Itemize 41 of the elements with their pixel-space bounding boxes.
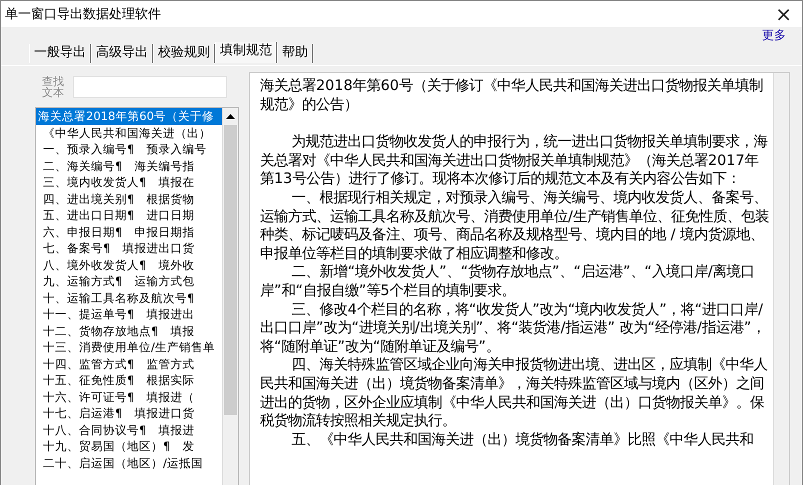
list-item[interactable]: 六、申报日期¶ 申报日期指 xyxy=(36,224,222,240)
list-item[interactable]: 一、预录入编号¶ 预录入编号 xyxy=(36,141,222,158)
tab[interactable]: 高级导出 xyxy=(91,44,153,63)
scrollbar[interactable] xyxy=(222,108,238,485)
paragraph: 一、根据现行相关规定，对预录入编号、海关编号、境内收发货人、备案号、运输方式、运输工具名称及航次号、消费使用单位/生产销售单位、征免性质、包装种类、标记唛码及备注、项号、商品名称及规格型号、境内目的地 / 境内货源地、申报单位等栏目的填制要求做了相应调整和修改。 xyxy=(260,188,769,264)
list-item[interactable]: 三、境内收发货人¶ 填报在 xyxy=(36,174,222,190)
scrollbar-thumb[interactable] xyxy=(224,125,237,415)
list-item[interactable]: 十五、征免性质¶ 根据实际 xyxy=(36,372,222,388)
tab[interactable]: 帮助 xyxy=(277,44,313,63)
list-item[interactable]: 十八、合同协议号¶ 填报进 xyxy=(36,422,222,438)
more-link[interactable]: 更多 xyxy=(762,27,786,44)
close-button[interactable]: × xyxy=(765,4,802,24)
list-item[interactable]: 五、进出口日期¶ 进口日期 xyxy=(36,207,222,224)
list-item[interactable]: 十九、贸易国（地区）¶ 发 xyxy=(36,438,222,454)
list-item[interactable]: 七、备案号¶ 填报进出口货 xyxy=(36,240,222,256)
list-item[interactable]: 二、海关编号¶ 海关编号指 xyxy=(36,158,222,174)
list-item[interactable]: 十、运输工具名称及航次号¶ xyxy=(36,290,222,306)
list-item[interactable]: 十四、监管方式¶ 监管方式 xyxy=(36,356,222,372)
paragraph: 四、海关特殊监管区域企业向海关申报货物进出境、进出区，应填制《中华人民共和国海关进（出）境货物备案清单》，海关特殊监管区域与境内（区外）之间进出的货物，区外企业应填制《中华人民共和国海关进（出）口货物报关单》。保税货物流转按照相关规定执行。 xyxy=(260,356,769,431)
tab[interactable]: 一般导出 xyxy=(29,44,91,63)
paragraph: 三、修改4个栏目的名称，将“收发货人”改为“境内收发货人”，将“进口口岸/出口口岸”改为“进境关别/出境关别”、将“装货港/指运港” 改为“经停港/指运港”，将“随附单证”改为“随附单证及编号”。 xyxy=(260,300,766,356)
search-label: 查找文本 xyxy=(41,76,65,98)
paragraph: 五、《中华人民共和国海关进（出）境货物备案清单》比照《中华人民共和 xyxy=(290,430,755,450)
list-item[interactable]: 四、进出境关别¶ 根据货物 xyxy=(36,190,222,207)
list-item[interactable]: 二十、启运国（地区）/运抵国 xyxy=(36,454,222,471)
paragraph: 为规范进出口货物收发货人的申报行为，统一进出口货物报关单填制要求，海关总署对《中华人民共和国海关进出口货物报关单填制规范》（海关总署2017年第13号公告）进行了修订。现将本次修订后的规范文本及有关内容公告如下： xyxy=(260,133,769,189)
paragraph: 二、新增“境外收发货人”、“货物存放地点”、“启运港”、“入境口岸/离境口岸”和“自报自缴”等5个栏目的填制要求。 xyxy=(260,263,756,301)
list-item[interactable]: 八、境外收发货人¶ 境外收 xyxy=(36,256,222,273)
window-title: 单一窗口导出数据处理软件 xyxy=(5,6,161,23)
search-field[interactable] xyxy=(73,76,227,98)
document-title: 海关总署2018年第60号（关于修订《中华人民共和国海关进出口货物报关单填制规范》的公告） xyxy=(260,77,764,114)
list-item[interactable]: 十三、消费使用单位/生产销售单 xyxy=(36,339,222,356)
list-item[interactable]: 十二、货物存放地点¶ 填报 xyxy=(36,322,222,339)
list-item[interactable]: 九、运输方式¶ 运输方式包 xyxy=(36,273,222,290)
scrollbar[interactable] xyxy=(773,73,789,485)
tab[interactable]: 填制规范 xyxy=(215,42,277,63)
list-item[interactable]: 十一、提运单号¶ 填报进出 xyxy=(36,306,222,322)
list-item[interactable]: 十七、启运港¶ 填报进口货 xyxy=(36,405,222,422)
list-item[interactable]: 《中华人民共和国海关进（出） xyxy=(36,124,222,141)
list-item[interactable]: 海关总署2018年第60号（关于修 xyxy=(36,108,222,124)
list-item[interactable]: 十六、许可证号¶ 填报进（ xyxy=(36,388,222,405)
